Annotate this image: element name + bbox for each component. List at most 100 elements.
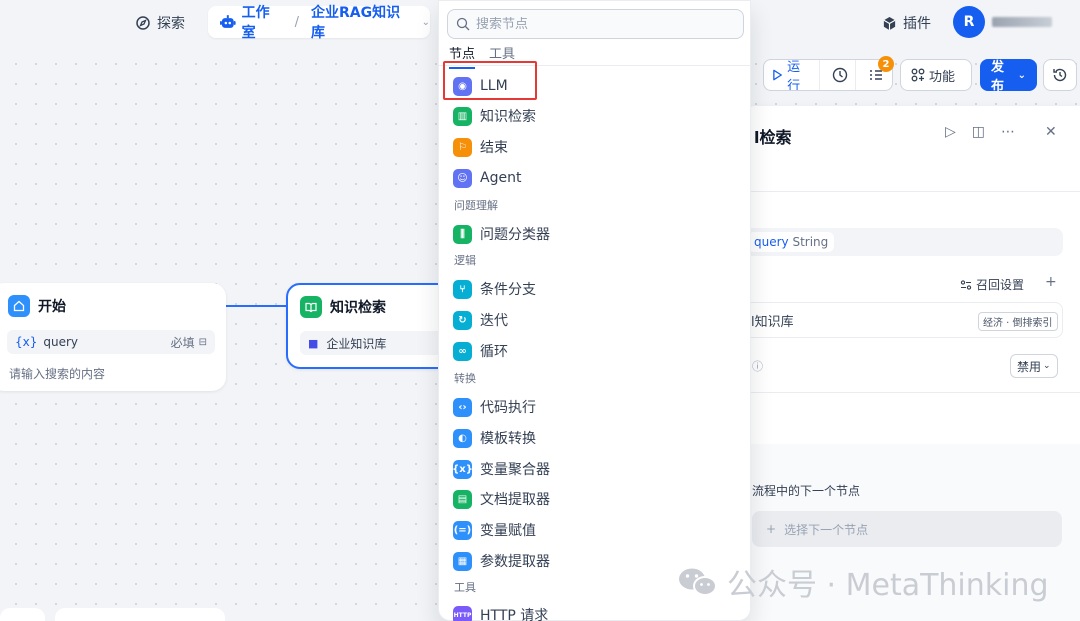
chevron-down-icon: ⌄ <box>1017 69 1026 81</box>
explore-link[interactable]: 探索 <box>135 12 185 34</box>
divider <box>740 392 1080 393</box>
start-node-hint: 请输入搜索的内容 <box>9 367 106 381</box>
node-option-code[interactable]: ‹› 代码执行 <box>453 394 536 420</box>
query-variable-field[interactable]: query String <box>740 228 1063 256</box>
run-button[interactable]: 运行 <box>764 60 821 91</box>
template-icon: ◐ <box>453 428 472 448</box>
select-next-node-button[interactable]: + 选择下一个节点 <box>752 511 1062 547</box>
panel-actions: ▷ ◫ ⋯ <box>945 124 1015 140</box>
search-input[interactable] <box>476 16 716 32</box>
wechat-icon <box>679 568 717 596</box>
node-option-label: 文档提取器 <box>480 492 550 508</box>
knowledge-node-header: 知识检索 <box>300 296 386 318</box>
docs-icon[interactable]: ◫ <box>972 124 985 140</box>
run-button-group: 运行 <box>763 59 893 91</box>
robot-icon <box>220 15 236 28</box>
category-logic: 逻辑 <box>454 254 476 267</box>
node-option-label: Agent <box>480 170 522 186</box>
search-icon <box>456 17 470 31</box>
minimap-card <box>0 608 45 621</box>
knowledge-base-name: l知识库 <box>751 314 794 330</box>
panel-title: l检索 <box>754 128 792 147</box>
recall-label: 召回设置 <box>976 278 1025 292</box>
node-option-template[interactable]: ◐ 模板转换 <box>453 425 536 451</box>
breadcrumb-separator: / <box>294 14 299 30</box>
query-var-name: query <box>754 235 789 249</box>
node-option-variable-aggregator[interactable]: {x} 变量聚合器 <box>452 456 550 482</box>
node-option-label: 条件分支 <box>480 282 536 298</box>
book-icon <box>300 296 322 318</box>
category-understanding: 问题理解 <box>454 199 498 212</box>
iteration-icon: ↻ <box>453 310 472 330</box>
run-label: 运行 <box>787 60 801 91</box>
close-icon[interactable]: ✕ <box>1045 124 1057 140</box>
index-tag: 经济 · 倒排索引 <box>978 312 1058 331</box>
explore-label: 探索 <box>157 16 185 32</box>
node-option-label: 结束 <box>480 140 508 156</box>
features-label: 功能 <box>929 69 956 85</box>
node-option-label: 迭代 <box>480 313 508 329</box>
avatar[interactable]: R <box>953 6 985 38</box>
node-option-label: 模板转换 <box>480 431 536 447</box>
plugin-label: 插件 <box>903 16 931 32</box>
required-label: 必填 <box>170 335 195 350</box>
node-option-label: 参数提取器 <box>480 554 550 570</box>
divider <box>740 191 1080 192</box>
node-option-knowledge-retrieval[interactable]: ▥ 知识检索 <box>453 103 536 129</box>
code-icon: ‹› <box>453 397 472 417</box>
loop-icon: ∞ <box>453 341 472 361</box>
node-option-agent[interactable]: ☺ Agent <box>453 165 521 191</box>
knowledge-node-title: 知识检索 <box>330 300 386 316</box>
dataset-field: ■ 企业知识库 <box>300 331 450 355</box>
knowledge-retrieval-node[interactable]: 知识检索 ■ 企业知识库 <box>286 283 456 369</box>
end-icon: ⚐ <box>453 137 472 157</box>
node-option-iteration[interactable]: ↻ 迭代 <box>453 307 508 333</box>
more-icon[interactable]: ⋯ <box>1001 124 1015 140</box>
clock-play-icon <box>832 67 847 83</box>
start-node-title: 开始 <box>38 299 66 315</box>
play-icon[interactable]: ▷ <box>945 124 956 140</box>
agent-icon: ☺ <box>453 168 472 188</box>
node-option-parameter-extractor[interactable]: ▦ 参数提取器 <box>453 548 550 574</box>
dataset-name: 企业知识库 <box>326 336 387 351</box>
start-node-header: 开始 <box>8 295 66 317</box>
publish-button[interactable]: 发布 ⌄ <box>980 59 1037 94</box>
edge-start-to-knowledge[interactable] <box>224 300 286 312</box>
node-option-doc-extractor[interactable]: ▤ 文档提取器 <box>453 486 550 512</box>
start-variable-field: {x} query 必填 ⊟ <box>7 330 215 354</box>
node-option-loop[interactable]: ∞ 循环 <box>453 338 508 364</box>
node-option-assigner[interactable]: (=) 变量赋值 <box>453 517 536 543</box>
recall-settings-button[interactable]: 召回设置 <box>960 276 1024 293</box>
classifier-icon: ⫼ <box>453 224 472 244</box>
http-icon: HTTP <box>453 605 472 621</box>
node-option-end[interactable]: ⚐ 结束 <box>453 134 508 160</box>
category-transform: 转换 <box>454 372 476 385</box>
chevron-down-icon[interactable]: ⌄ <box>422 17 430 28</box>
blurred-username <box>992 17 1052 27</box>
home-icon <box>8 295 30 317</box>
node-option-question-classifier[interactable]: ⫼ 问题分类器 <box>453 221 550 247</box>
node-option-if-else[interactable]: ⑂ 条件分支 <box>453 276 536 302</box>
category-tools: 工具 <box>454 581 476 594</box>
assigner-icon: (=) <box>453 520 472 540</box>
app-name[interactable]: 企业RAG知识库 <box>311 2 412 42</box>
node-settings-panel: l检索 ▷ ◫ ⋯ ✕ query String 召回设置 + l知识库 经济 … <box>740 106 1080 621</box>
add-knowledge-icon[interactable]: + <box>1045 274 1057 290</box>
plugin-link[interactable]: 插件 <box>882 12 931 34</box>
watermark: 公众号 · MetaThinking <box>677 560 1049 604</box>
studio-link[interactable]: 工作室 <box>242 2 283 42</box>
start-node[interactable]: 开始 {x} query 必填 ⊟ 请输入搜索的内容 <box>0 283 226 391</box>
query-variable-chip: query String <box>748 232 835 252</box>
version-history-button[interactable] <box>1043 59 1077 91</box>
features-button[interactable]: 功能 <box>900 59 972 91</box>
node-option-label: 问题分类器 <box>480 227 550 243</box>
node-option-http[interactable]: HTTP HTTP 请求 <box>453 602 548 621</box>
help-icon[interactable]: ⓘ <box>752 358 763 374</box>
watermark-text: 公众号 · MetaThinking <box>727 568 1049 603</box>
node-option-label: 知识检索 <box>480 109 536 125</box>
node-option-label: 变量聚合器 <box>480 462 550 478</box>
start-variable-name: query <box>43 335 79 349</box>
run-history-button[interactable] <box>824 60 857 90</box>
disable-select[interactable]: 禁用 ⌄ <box>1010 354 1058 378</box>
parameter-extractor-icon: ▦ <box>453 551 472 571</box>
